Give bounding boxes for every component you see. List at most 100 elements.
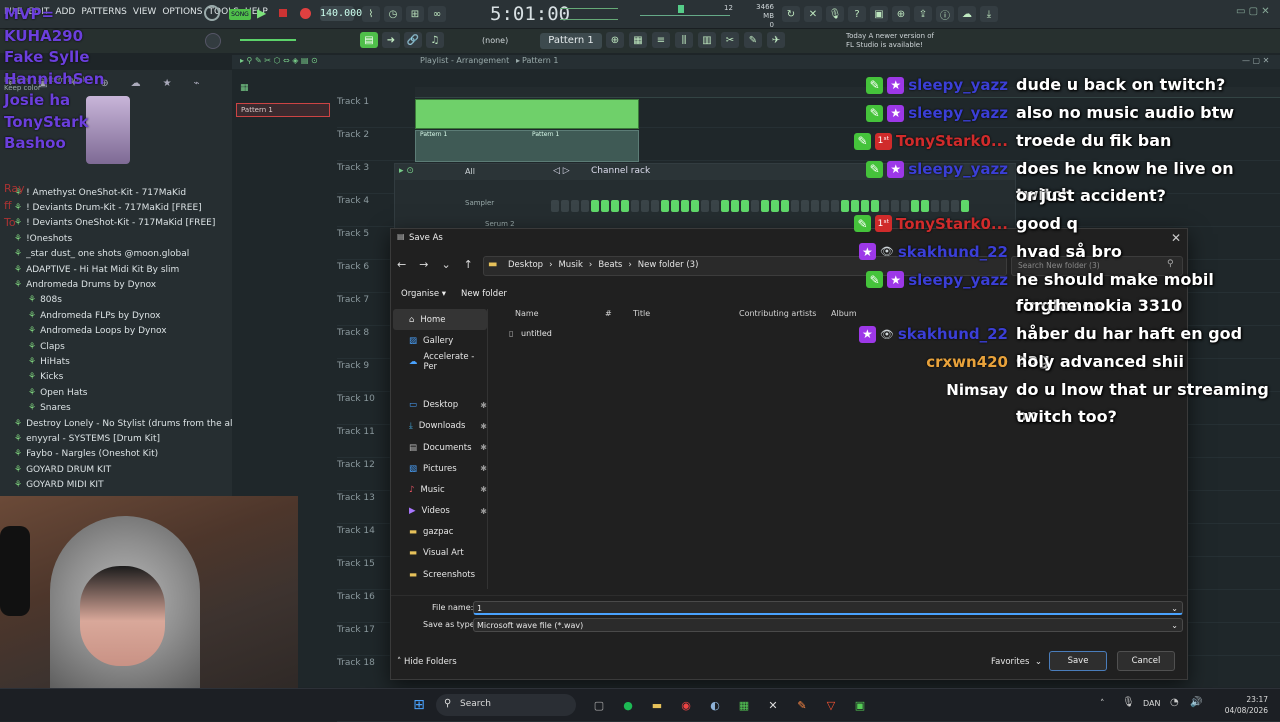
track-name[interactable]: Track 13 [337, 493, 375, 503]
nav-item[interactable]: ▬ Visual Art [393, 543, 487, 564]
track-name[interactable]: Track 10 [337, 394, 375, 404]
menu-view[interactable]: VIEW [133, 7, 156, 17]
tempo-display[interactable]: 140.000 [320, 6, 362, 21]
step-button[interactable] [641, 200, 649, 212]
steam-icon[interactable]: ◐ [706, 696, 724, 714]
breadcrumb-beats[interactable]: Beats [598, 260, 622, 270]
nav-item[interactable]: ▧ Pictures ✱ [393, 458, 487, 479]
track-name[interactable]: Track 12 [337, 460, 375, 470]
task-view-icon[interactable]: ▢ [590, 696, 608, 714]
step-button[interactable] [591, 200, 599, 212]
save-type-select[interactable]: Microsoft wave file (*.wav) ⌄ [473, 618, 1183, 632]
breadcrumb-musik[interactable]: Musik [558, 260, 582, 270]
link-icon[interactable]: 🔗 [404, 32, 422, 48]
step-button[interactable] [701, 200, 709, 212]
nav-item[interactable]: ⌂ Home [393, 309, 487, 331]
pattern-selector[interactable]: Pattern 1 [540, 33, 602, 49]
track-name[interactable]: Track 6 [337, 262, 369, 272]
capcut-icon[interactable]: ✕ [764, 696, 782, 714]
chrome-icon[interactable]: ◉ [677, 696, 695, 714]
channel-rack-icon[interactable]: ▥ [698, 32, 716, 48]
step-button[interactable] [571, 200, 579, 212]
step-button[interactable] [671, 200, 679, 212]
step-button[interactable] [711, 200, 719, 212]
mic-icon[interactable]: 🎙 [826, 6, 844, 22]
save-button[interactable]: Save [1049, 651, 1107, 671]
breadcrumb-new-folder[interactable]: New folder (3) [638, 260, 699, 270]
download-icon[interactable]: ⤓ [980, 6, 998, 22]
browser-cloud-icon[interactable]: ☁ [131, 78, 141, 92]
browser-item[interactable]: ⚘ Andromeda FLPs by Dynox [6, 308, 232, 323]
column-title[interactable]: Title [633, 309, 650, 318]
track-name[interactable]: Track 16 [337, 592, 375, 602]
step-edit-icon[interactable]: ⊞ [406, 6, 424, 22]
loop-record-icon[interactable]: ∞ [428, 6, 446, 22]
fl-studio-icon[interactable]: ✎ [793, 696, 811, 714]
refresh-icon[interactable]: ↻ [782, 6, 800, 22]
mixer-link-icon[interactable]: ✈ [767, 32, 785, 48]
track-name[interactable]: Track 5 [337, 229, 369, 239]
browser-item[interactable]: ⚘ Andromeda Loops by Dynox [6, 324, 232, 339]
track-name[interactable]: Track 14 [337, 526, 375, 536]
recent-icon[interactable]: ⌄ [441, 258, 450, 271]
chevron-down-icon[interactable]: ⌄ [1171, 602, 1178, 616]
nav-item[interactable]: ▭ Desktop ✱ [393, 395, 487, 416]
step-button[interactable] [801, 200, 809, 212]
cpu-dial-icon[interactable] [204, 5, 220, 21]
playlist-tools-icons[interactable]: ▸ ⚲ ✎ ✂ ⬡ ⇔ ◈ ▤ ⊙ [240, 56, 318, 65]
help-icon[interactable]: ? [848, 6, 866, 22]
step-button[interactable] [741, 200, 749, 212]
track-name[interactable]: Track 7 [337, 295, 369, 305]
export-icon[interactable]: ⇪ [914, 6, 932, 22]
browser-item[interactable]: ⚘ _star dust_ one shots @moon.global [6, 247, 232, 262]
play-icon[interactable]: ▶ [257, 6, 266, 20]
mixer-icon[interactable]: ⫼ [675, 32, 693, 48]
clip-track1[interactable] [415, 99, 639, 129]
piano-roll-icon[interactable]: ≡ [652, 32, 670, 48]
track-name[interactable]: Track 4 [337, 196, 369, 206]
channel-serum[interactable]: Serum 2 [485, 220, 515, 228]
playlist-icon[interactable]: ▦ [629, 32, 647, 48]
browser-item[interactable]: ⚘ Open Hats [6, 385, 232, 400]
step-button[interactable] [721, 200, 729, 212]
metronome-icon[interactable]: ⌇ [362, 6, 380, 22]
track-name[interactable]: Track 15 [337, 559, 375, 569]
step-button[interactable] [731, 200, 739, 212]
file-row[interactable]: ▯ untitled [507, 329, 707, 342]
browser-item[interactable]: ⚘! Deviants Drum-Kit - 717MaKid [FREE] [6, 200, 232, 215]
playlist-window-controls[interactable]: — ▢ ✕ [1242, 56, 1269, 65]
step-button[interactable] [611, 200, 619, 212]
window-controls[interactable]: ▭ ▢ ✕ [1236, 6, 1270, 17]
breadcrumb-desktop[interactable]: Desktop [508, 260, 543, 270]
stop-icon[interactable] [279, 9, 287, 17]
favorites-dropdown[interactable]: Favorites ⌄ [991, 657, 1042, 667]
master-volume-slider[interactable] [240, 39, 296, 41]
nav-item[interactable]: ▨ Gallery [393, 330, 487, 351]
step-button[interactable] [601, 200, 609, 212]
taskbar-search[interactable]: ⚲ Search [436, 694, 576, 716]
nav-item[interactable]: ▬ gazpac [393, 522, 487, 543]
track-name[interactable]: Track 1 [337, 97, 369, 107]
network-icon[interactable]: ◔ [1170, 697, 1179, 708]
browser-item[interactable]: ⚘ enyyral - SYSTEMS [Drum Kit] [6, 431, 232, 446]
step-button[interactable] [581, 200, 589, 212]
step-button[interactable] [681, 200, 689, 212]
step-button[interactable] [651, 200, 659, 212]
channel-rack-arrow-icon[interactable]: ▸ ⊙ [399, 166, 414, 176]
minecraft-icon[interactable]: ▦ [735, 696, 753, 714]
browser-star-icon[interactable]: ★ [163, 78, 172, 92]
nav-item[interactable]: ☁ Accelerate - Per [393, 351, 487, 372]
hide-folders-button[interactable]: ˄ Hide Folders [397, 657, 457, 667]
browser-item[interactable]: ⚘ Claps [6, 339, 232, 354]
spotify-icon[interactable]: ● [619, 696, 637, 714]
cloud-icon[interactable]: ☁ [958, 6, 976, 22]
plugin-icon[interactable]: ⊕ [892, 6, 910, 22]
volume-icon[interactable]: 🔊 [1190, 697, 1202, 708]
column-artists[interactable]: Contributing artists [739, 309, 816, 318]
browser-tag-icon[interactable]: ⌁ [194, 78, 200, 92]
browser-icon[interactable]: ✂ [721, 32, 739, 48]
file-name-input[interactable]: 1 ⌄ [473, 601, 1183, 615]
step-button[interactable] [811, 200, 819, 212]
step-button[interactable] [661, 200, 669, 212]
track-name[interactable]: Track 3 [337, 163, 369, 173]
